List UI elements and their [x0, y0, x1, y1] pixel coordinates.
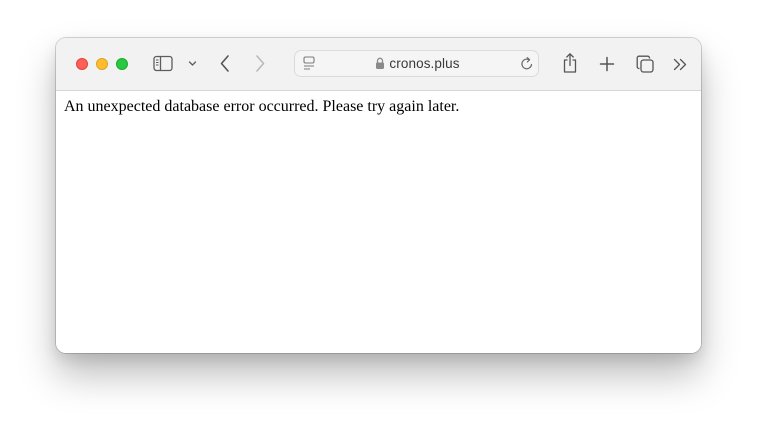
- sidebar-toggle-icon[interactable]: [153, 55, 174, 72]
- minimize-window-button[interactable]: [96, 58, 108, 70]
- maximize-window-button[interactable]: [116, 58, 128, 70]
- reload-icon[interactable]: [520, 56, 534, 71]
- double-chevron-right-icon[interactable]: [673, 58, 688, 71]
- error-message: An unexpected database error occurred. P…: [64, 98, 460, 115]
- tab-overview-icon[interactable]: [636, 55, 655, 74]
- url-text[interactable]: cronos.plus: [389, 56, 459, 71]
- address-bar[interactable]: cronos.plus: [294, 50, 539, 77]
- chevron-down-icon[interactable]: [188, 60, 197, 67]
- page-content: An unexpected database error occurred. P…: [56, 91, 701, 353]
- lock-icon: [376, 57, 385, 69]
- chevron-left-icon[interactable]: [219, 54, 231, 73]
- browser-toolbar: cronos.plus: [56, 38, 701, 91]
- browser-window: cronos.plus An unexpected database error…: [56, 38, 701, 353]
- chevron-right-icon[interactable]: [254, 54, 266, 73]
- share-icon[interactable]: [562, 52, 578, 74]
- close-window-button[interactable]: [76, 58, 88, 70]
- plus-icon[interactable]: [599, 56, 615, 72]
